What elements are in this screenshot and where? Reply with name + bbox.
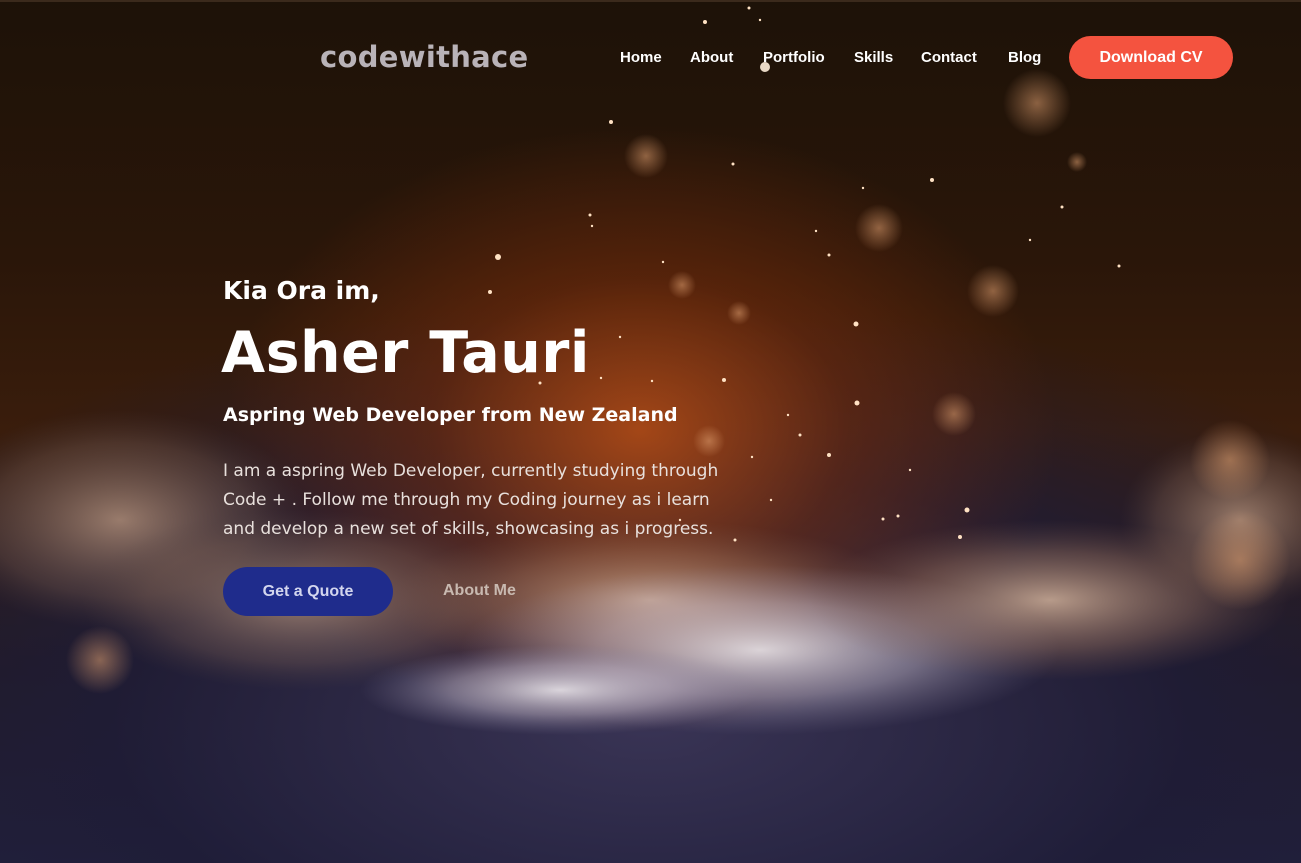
- hero-name: Asher Tauri: [221, 320, 590, 386]
- hero-subtitle: Aspring Web Developer from New Zealand: [223, 404, 678, 426]
- nav-contact[interactable]: Contact: [921, 49, 977, 66]
- nav-skills[interactable]: Skills: [854, 49, 893, 66]
- nav-blog[interactable]: Blog: [1008, 49, 1041, 66]
- particle-background: [0, 6, 1301, 735]
- download-cv-button[interactable]: Download CV: [1069, 36, 1233, 79]
- site-logo[interactable]: codewithace: [320, 40, 529, 74]
- top-border: [0, 0, 1301, 2]
- nav-home[interactable]: Home: [620, 49, 662, 66]
- nav-portfolio[interactable]: Portfolio: [763, 49, 825, 66]
- about-me-link[interactable]: About Me: [443, 582, 516, 600]
- hero-description: I am a aspring Web Developer, currently …: [223, 461, 719, 539]
- get-quote-button[interactable]: Get a Quote: [223, 567, 393, 616]
- hero-section: codewithace Home About Portfolio Skills …: [0, 0, 1301, 863]
- hero-greeting: Kia Ora im,: [223, 276, 380, 305]
- nav-about[interactable]: About: [690, 49, 733, 66]
